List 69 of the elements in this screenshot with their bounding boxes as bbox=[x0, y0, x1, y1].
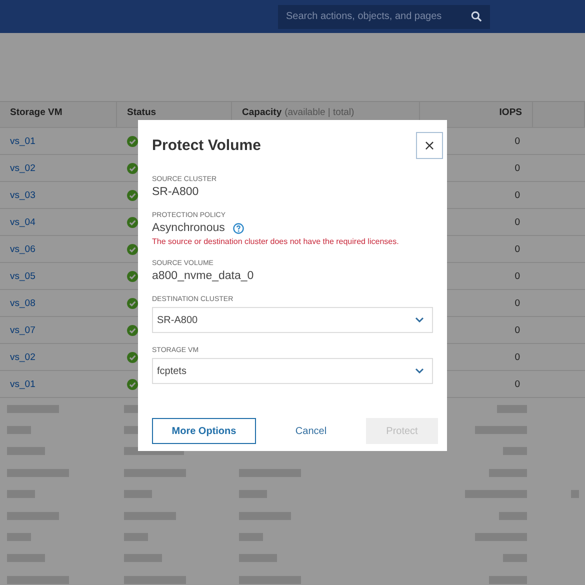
placeholder-bar bbox=[465, 490, 527, 498]
iops-value: 0 bbox=[514, 162, 521, 174]
chevron-down-icon bbox=[415, 317, 424, 323]
placeholder-bar bbox=[571, 490, 579, 498]
iops-value: 0 bbox=[514, 378, 521, 390]
placeholder-bar bbox=[7, 404, 59, 413]
placeholder-bar bbox=[239, 533, 263, 542]
placeholder-bar bbox=[7, 554, 45, 562]
storage-vm-link[interactable]: vs_01 bbox=[10, 136, 36, 146]
placeholder-bar bbox=[489, 576, 527, 584]
placeholder-bar bbox=[239, 576, 301, 584]
placeholder-bar bbox=[239, 468, 301, 477]
storage-vm-link[interactable]: vs_05 bbox=[10, 270, 36, 282]
column-title: Capacity bbox=[242, 107, 282, 118]
iops-value: 0 bbox=[514, 244, 521, 254]
dialog-button[interactable]: More Options bbox=[152, 418, 256, 444]
placeholder-bar bbox=[124, 533, 148, 542]
search-field[interactable]: Search actions, objects, and pages bbox=[278, 4, 490, 28]
storage-vm-link[interactable]: vs_03 bbox=[10, 190, 36, 200]
field-value: SR-A800 bbox=[152, 186, 199, 198]
placeholder-bar bbox=[7, 490, 35, 498]
storage-vm-link[interactable]: vs_06 bbox=[10, 244, 36, 254]
iops-value: 0 bbox=[514, 352, 521, 362]
placeholder-bar bbox=[503, 447, 527, 456]
field-value: a800_nvme_data_0 bbox=[152, 270, 254, 282]
placeholder-bar bbox=[475, 533, 527, 542]
column-header: Storage VM bbox=[0, 102, 117, 127]
error-message: The source or destination cluster does not have the required licenses. bbox=[152, 237, 400, 246]
select-field[interactable]: SR-A800 bbox=[152, 307, 433, 333]
placeholder-bar bbox=[7, 468, 69, 477]
placeholder-bar bbox=[124, 576, 186, 584]
placeholder-bar bbox=[489, 468, 527, 477]
placeholder-bar bbox=[499, 512, 527, 520]
placeholder-bar bbox=[475, 426, 527, 434]
iops-value: 0 bbox=[514, 190, 521, 200]
storage-vm-link[interactable]: vs_01 bbox=[10, 378, 36, 390]
iops-value: 0 bbox=[514, 298, 521, 308]
cancel-link[interactable]: Cancel bbox=[276, 418, 346, 444]
storage-vm-link[interactable]: vs_02 bbox=[10, 352, 36, 362]
placeholder-bar bbox=[497, 404, 527, 413]
storage-vm-link[interactable]: vs_02 bbox=[10, 162, 36, 174]
placeholder-bar bbox=[124, 490, 152, 498]
iops-value: 0 bbox=[514, 136, 521, 146]
placeholder-bar bbox=[7, 512, 59, 520]
storage-vm-link[interactable]: vs_07 bbox=[10, 324, 36, 336]
iops-value: 0 bbox=[514, 324, 521, 336]
placeholder-bar bbox=[239, 554, 277, 562]
placeholder-bar bbox=[7, 576, 69, 584]
placeholder-bar bbox=[7, 447, 45, 456]
placeholder-bar bbox=[239, 512, 291, 520]
column-note: (available | total) bbox=[284, 107, 354, 118]
placeholder-bar bbox=[7, 426, 31, 434]
placeholder-bar bbox=[7, 533, 31, 542]
placeholder-bar bbox=[124, 512, 176, 520]
chevron-down-icon bbox=[415, 368, 424, 374]
select-field[interactable]: fcptets bbox=[152, 358, 433, 384]
placeholder-bar bbox=[124, 554, 162, 562]
field-value: Asynchronous bbox=[152, 222, 225, 234]
storage-vm-link[interactable]: vs_04 bbox=[10, 216, 36, 228]
dialog-title: Protect Volume bbox=[152, 137, 261, 154]
placeholder-bar bbox=[124, 468, 186, 477]
placeholder-bar bbox=[239, 490, 267, 498]
search-icon[interactable] bbox=[471, 10, 482, 22]
close-button[interactable]: × bbox=[416, 132, 443, 159]
help-icon[interactable] bbox=[232, 222, 244, 234]
iops-value: 0 bbox=[514, 216, 521, 228]
placeholder-bar bbox=[503, 554, 527, 562]
iops-value: 0 bbox=[514, 270, 521, 282]
storage-vm-link[interactable]: vs_08 bbox=[10, 298, 36, 308]
